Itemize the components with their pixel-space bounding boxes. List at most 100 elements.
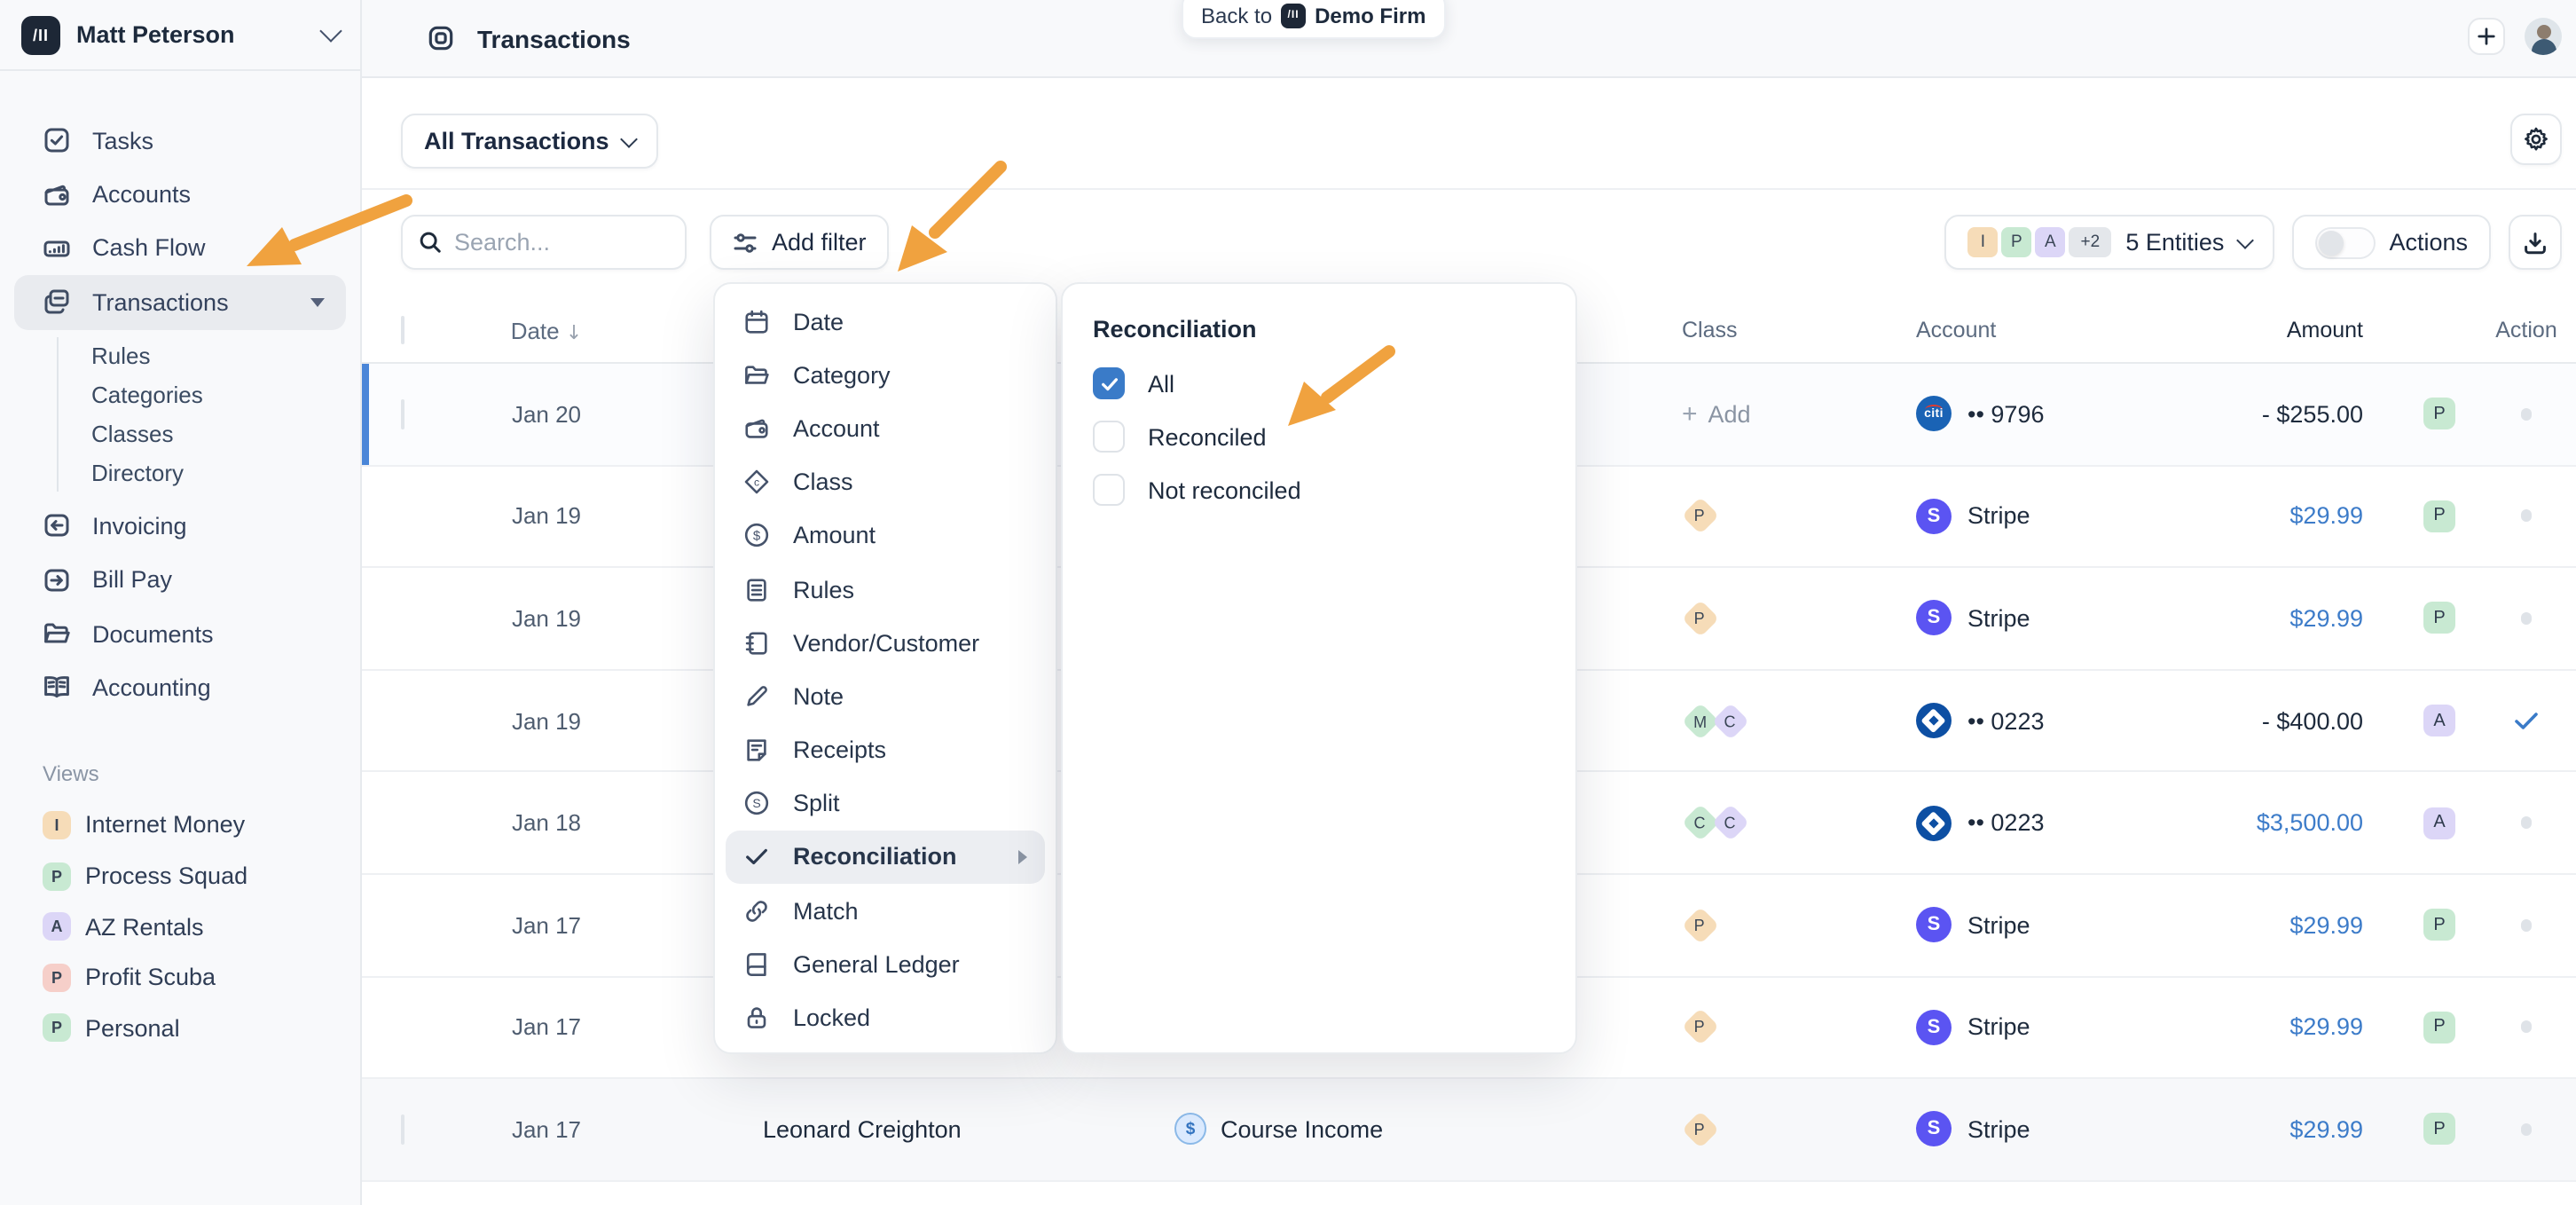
filter-menu-item-locked[interactable]: Locked xyxy=(715,991,1056,1044)
sidebar-item-accounts[interactable]: Accounts xyxy=(14,168,346,222)
cell-amount: - $400.00 xyxy=(2211,707,2363,734)
select-all-checkbox[interactable] xyxy=(401,316,404,344)
menu-item-label: Rules xyxy=(793,576,1038,602)
sidebar-item-tasks[interactable]: Tasks xyxy=(14,114,346,168)
column-header-amount[interactable]: Amount xyxy=(2211,318,2363,343)
row-action[interactable] xyxy=(2487,1123,2565,1136)
row-action[interactable] xyxy=(2487,408,2565,421)
filter-menu-item-account[interactable]: Account xyxy=(715,402,1056,455)
add-filter-menu: Date Category Account c Class $ Amount R… xyxy=(713,282,1057,1054)
sidebar-item-accounting[interactable]: Accounting xyxy=(14,661,346,715)
menu-item-label: Receipts xyxy=(793,736,1038,763)
column-header-class[interactable]: Class xyxy=(1675,318,1888,343)
workspace-switcher[interactable]: /II Matt Peterson xyxy=(0,0,360,71)
class-badge: P xyxy=(1682,498,1719,535)
class-badge: C xyxy=(1712,804,1749,841)
view-item-az-rentals[interactable]: A AZ Rentals xyxy=(0,902,360,952)
view-selector-dropdown[interactable]: All Transactions xyxy=(401,114,659,169)
column-header-action: Action xyxy=(2487,318,2565,343)
view-badge: P xyxy=(43,862,71,890)
user-avatar[interactable] xyxy=(2525,18,2562,55)
view-label: AZ Rentals xyxy=(85,913,204,940)
transactions-icon xyxy=(43,288,71,317)
sidebar-item-label: Accounts xyxy=(92,181,332,208)
view-item-personal[interactable]: P Personal xyxy=(0,1003,360,1053)
view-settings-button[interactable] xyxy=(2510,114,2562,165)
view-item-internet-money[interactable]: I Internet Money xyxy=(0,799,360,850)
filter-menu-item-rules[interactable]: Rules xyxy=(715,563,1056,616)
filter-menu-item-vendor-customer[interactable]: Vendor/Customer xyxy=(715,616,1056,669)
row-action[interactable] xyxy=(2487,612,2565,625)
actions-toggle-pill[interactable]: Actions xyxy=(2291,215,2491,270)
lock-icon xyxy=(743,1004,770,1031)
sidebar-item-label: Accounting xyxy=(92,674,332,701)
sidebar-subitem-directory[interactable]: Directory xyxy=(58,453,360,492)
checkbox-all[interactable] xyxy=(1093,367,1125,399)
filter-menu-item-split[interactable]: S Split xyxy=(715,776,1056,830)
row-action[interactable] xyxy=(2487,510,2565,523)
sidebar-item-documents[interactable]: Documents xyxy=(14,607,346,661)
sidebar-item-cash-flow[interactable]: Cash Flow xyxy=(14,222,346,276)
class-badge: P xyxy=(1682,1111,1719,1148)
option-reconciled[interactable]: Reconciled xyxy=(1093,421,1575,453)
row-checkbox[interactable] xyxy=(401,1114,404,1145)
row-action[interactable] xyxy=(2487,919,2565,932)
actions-toggle[interactable] xyxy=(2314,226,2375,258)
filter-menu-item-match[interactable]: Match xyxy=(715,884,1056,937)
filter-menu-item-reconciliation[interactable]: Reconciliation xyxy=(726,831,1045,884)
checkbox-reconciled[interactable] xyxy=(1093,421,1125,453)
sidebar-toggle-icon[interactable] xyxy=(426,23,456,53)
view-label: Profit Scuba xyxy=(85,965,216,991)
column-header-account[interactable]: Account xyxy=(1891,318,2211,343)
back-to-firm-banner[interactable]: Back to /II Demo Firm xyxy=(1182,0,1445,39)
wallet-icon xyxy=(743,415,770,442)
table-row[interactable]: Jan 17 Leonard Creighton $ Course Income… xyxy=(362,1079,2576,1181)
add-class-button[interactable]: +Add xyxy=(1682,401,1751,428)
book-open-icon xyxy=(43,673,71,702)
action-dot-icon xyxy=(2521,1123,2532,1136)
entity-badges: I P A +2 xyxy=(1967,227,2111,257)
entity-badge: P xyxy=(2423,602,2455,634)
cell-amount: $3,500.00 xyxy=(2211,809,2363,836)
option-all[interactable]: All xyxy=(1093,367,1575,399)
svg-text:c: c xyxy=(754,476,759,489)
search-box[interactable] xyxy=(401,215,687,270)
digits-logo-icon: /II xyxy=(1281,3,1306,28)
sidebar-item-label: Tasks xyxy=(92,127,332,154)
export-button[interactable] xyxy=(2509,215,2562,270)
row-checkbox[interactable] xyxy=(401,399,404,429)
filter-menu-item-amount[interactable]: $ Amount xyxy=(715,509,1056,563)
filter-menu-item-general-ledger[interactable]: General Ledger xyxy=(715,938,1056,991)
menu-item-label: Match xyxy=(793,897,1038,924)
search-input[interactable] xyxy=(454,229,669,256)
page-title: Transactions xyxy=(477,24,631,52)
option-label: Reconciled xyxy=(1148,423,1267,450)
reconciled-check-icon xyxy=(2512,706,2541,735)
option-not-reconciled[interactable]: Not reconciled xyxy=(1093,474,1575,506)
menu-item-label: General Ledger xyxy=(793,951,1038,978)
filter-menu-item-category[interactable]: Category xyxy=(715,348,1056,401)
menu-item-label: Date xyxy=(793,308,1038,335)
filter-menu-item-note[interactable]: Note xyxy=(715,670,1056,723)
sidebar-item-bill-pay[interactable]: Bill Pay xyxy=(14,553,346,607)
view-item-profit-scuba[interactable]: P Profit Scuba xyxy=(0,952,360,1003)
sidebar-subitem-classes[interactable]: Classes xyxy=(58,414,360,453)
ledger-icon xyxy=(743,629,770,656)
add-button[interactable] xyxy=(2468,18,2505,55)
add-filter-button[interactable]: Add filter xyxy=(710,215,890,270)
checkbox-not-reconciled[interactable] xyxy=(1093,474,1125,506)
filter-menu-item-class[interactable]: c Class xyxy=(715,455,1056,508)
column-header-date[interactable]: Date ↓ xyxy=(458,317,635,343)
sidebar-item-invoicing[interactable]: Invoicing xyxy=(14,499,346,553)
sidebar-item-transactions[interactable]: Transactions xyxy=(14,275,346,329)
row-action[interactable] xyxy=(2487,816,2565,829)
sidebar-subitem-categories[interactable]: Categories xyxy=(58,375,360,414)
sidebar-subitem-rules[interactable]: Rules xyxy=(58,336,360,375)
view-item-process-squad[interactable]: P Process Squad xyxy=(0,851,360,902)
row-action[interactable] xyxy=(2487,706,2565,735)
filter-menu-item-date[interactable]: Date xyxy=(715,295,1056,348)
entities-dropdown[interactable]: I P A +2 5 Entities xyxy=(1944,215,2274,270)
filter-menu-item-receipts[interactable]: Receipts xyxy=(715,723,1056,776)
menu-item-label: Note xyxy=(793,683,1038,710)
row-action[interactable] xyxy=(2487,1021,2565,1034)
